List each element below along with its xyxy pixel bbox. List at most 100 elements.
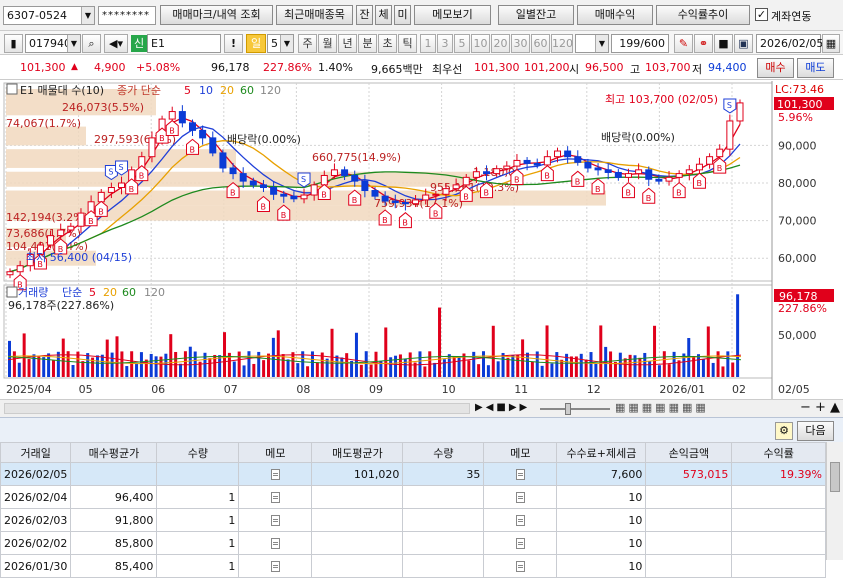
table-scrollbar[interactable]	[826, 442, 843, 560]
interval-10[interactable]: 10	[471, 34, 490, 53]
account-link-checkbox[interactable]: ✓	[755, 8, 768, 21]
sell-memo-cell[interactable]	[483, 508, 558, 532]
period-value-select[interactable]: 5 ▼	[267, 34, 294, 53]
candle-body	[614, 171, 622, 178]
memo-icon[interactable]	[270, 515, 280, 526]
memo-icon[interactable]	[515, 469, 525, 480]
stock-code-input[interactable]: 017940 ▼	[25, 34, 81, 53]
calendar-icon[interactable]: ▦	[822, 34, 840, 53]
interval-custom-select[interactable]: ▼	[575, 34, 609, 53]
sell-button[interactable]: 매도	[797, 58, 834, 78]
quote-bar: 101,300 ▲ 4,900 +5.08% 96,178 227.86% 1.…	[0, 56, 843, 80]
buy-memo-cell[interactable]	[238, 508, 313, 532]
stock-chart[interactable]: 246,073(5.5%)74,067(1.7%)297,593(6.7%)66…	[0, 81, 843, 399]
buy-avg: 85,400	[70, 554, 158, 578]
memo-icon[interactable]	[270, 561, 280, 572]
buy-memo-cell[interactable]	[238, 462, 313, 486]
table-row[interactable]: 2026/02/04 96,400 1 10	[0, 485, 826, 509]
trade-profit-button[interactable]: 매매수익	[577, 5, 653, 25]
buy-memo-cell[interactable]	[238, 485, 313, 509]
period-year[interactable]: 년	[338, 34, 357, 53]
speaker-icon[interactable]: ◀▾	[104, 34, 128, 53]
memo-icon[interactable]	[515, 561, 525, 572]
link-icon[interactable]: ⚭	[694, 34, 713, 53]
tab-unexecuted[interactable]: 미	[394, 5, 411, 25]
memo-icon[interactable]	[270, 469, 280, 480]
fee: 10	[556, 485, 647, 509]
settings-icon[interactable]: ⚙	[775, 422, 793, 440]
table-row[interactable]: 2026/02/02 85,800 1 10	[0, 531, 826, 555]
svg-text:B: B	[88, 217, 94, 226]
period-second[interactable]: 초	[378, 34, 397, 53]
sell-memo-cell[interactable]	[483, 462, 558, 486]
sell-memo-cell[interactable]	[483, 485, 558, 509]
buy-memo-cell[interactable]	[238, 554, 313, 578]
password-input[interactable]: ********	[98, 6, 156, 25]
period-month[interactable]: 월	[318, 34, 337, 53]
next-button[interactable]: 다음	[797, 421, 834, 441]
stock-name-field[interactable]: E1	[147, 34, 221, 53]
memo-icon[interactable]	[515, 515, 525, 526]
period-day-button[interactable]: 일	[246, 34, 266, 53]
account-select[interactable]: 6307-0524 ▼	[3, 6, 95, 25]
zoom-slider[interactable]	[540, 408, 610, 410]
period-tick[interactable]: 틱	[398, 34, 417, 53]
interval-30[interactable]: 30	[511, 34, 530, 53]
memo-icon[interactable]	[515, 492, 525, 503]
view-options-icon[interactable]: ▦▦▦▦▦▦▦	[615, 401, 709, 414]
tools-icon[interactable]: ✎	[674, 34, 693, 53]
playback-controls-icon[interactable]: ▶◀■▶▶	[475, 402, 530, 413]
zoom-buttons-icon[interactable]: − + ▲	[800, 400, 840, 415]
memo-icon[interactable]	[270, 492, 280, 503]
x-axis-label: 05	[79, 383, 93, 396]
open-price: 96,500	[585, 61, 624, 74]
sell-memo-cell[interactable]	[483, 554, 558, 578]
interval-20[interactable]: 20	[491, 34, 510, 53]
ma-10: 10	[199, 84, 213, 97]
interval-5[interactable]: 5	[454, 34, 470, 53]
volume-bar	[183, 351, 187, 377]
table-scroll-thumb[interactable]	[830, 462, 840, 492]
volume-bar	[653, 325, 657, 377]
sell-memo-cell[interactable]	[483, 531, 558, 555]
interval-3[interactable]: 3	[437, 34, 453, 53]
tab-recent-stocks[interactable]: 최근매매종목	[276, 5, 353, 25]
search-icon[interactable]: ⌕	[82, 34, 101, 53]
memo-icon[interactable]	[270, 538, 280, 549]
lock-icon[interactable]: ■	[714, 34, 733, 53]
svg-text:B: B	[402, 219, 408, 228]
table-row[interactable]: 2026/01/30 85,400 1 10	[0, 554, 826, 578]
pin-icon[interactable]: ▮	[4, 34, 23, 53]
x-axis-label: 07	[224, 383, 238, 396]
table-row[interactable]: 2026/02/05 101,020 35 7,600 573,015 19.3…	[0, 462, 826, 486]
daily-balance-button[interactable]: 일별잔고	[498, 5, 574, 25]
interval-60[interactable]: 60	[531, 34, 550, 53]
x-axis-label: 11	[514, 383, 528, 396]
legend-box-icon	[6, 286, 18, 298]
buy-memo-cell[interactable]	[238, 531, 313, 555]
tab-executed[interactable]: 체	[375, 5, 392, 25]
return-trend-button[interactable]: 수익률추이	[656, 5, 750, 25]
zoom-slider-handle[interactable]	[565, 403, 571, 415]
memo-icon[interactable]	[515, 538, 525, 549]
sell-qty: 35	[402, 462, 485, 486]
interval-120[interactable]: 120	[551, 34, 573, 53]
alert-icon[interactable]: !	[224, 34, 243, 53]
tab-trade-marks[interactable]: 매매마크/내역 조회	[160, 5, 273, 25]
candle-body	[300, 194, 308, 200]
volume-bar	[135, 363, 139, 377]
date-field[interactable]: 2026/02/05	[756, 34, 823, 53]
period-minute[interactable]: 분	[358, 34, 377, 53]
sell-avg	[311, 485, 404, 509]
save-icon[interactable]: ▣	[734, 34, 753, 53]
memo-view-button[interactable]: 메모보기	[414, 5, 491, 25]
buy-button[interactable]: 매수	[757, 58, 794, 78]
period-week[interactable]: 주	[298, 34, 317, 53]
candle-body	[584, 161, 592, 169]
interval-1[interactable]: 1	[420, 34, 436, 53]
chart-scrollbar[interactable]: ▶◀■▶▶ ▦▦▦▦▦▦▦ − + ▲	[0, 399, 843, 417]
new-listing-badge: 신	[131, 35, 147, 52]
tab-balance[interactable]: 잔	[356, 5, 373, 25]
table-row[interactable]: 2026/02/03 91,800 1 10	[0, 508, 826, 532]
bar-count-field[interactable]: 199/600	[611, 34, 669, 53]
